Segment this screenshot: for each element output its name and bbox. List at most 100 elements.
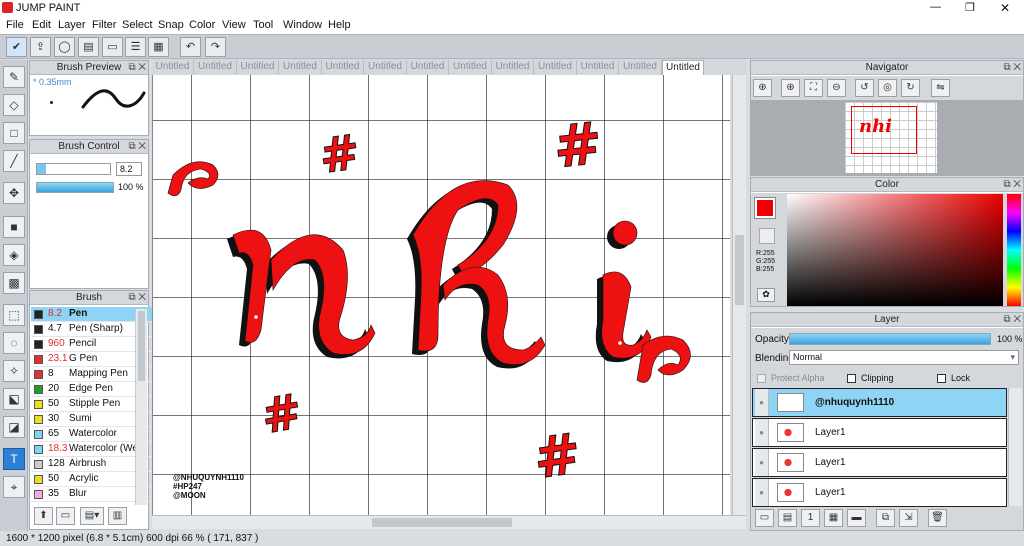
eraser-tool-icon[interactable]: ◇ — [3, 94, 25, 116]
panel-close-icon[interactable]: ⧉ ✕ — [128, 291, 146, 304]
layer-row[interactable]: ● Layer1 — [752, 478, 1007, 507]
new-halftone-layer-icon[interactable]: ▤ — [778, 509, 797, 527]
pen-tool-icon[interactable]: ✎ — [3, 66, 25, 88]
panel-close-icon[interactable]: ⧉ ✕ — [128, 140, 146, 153]
select-eraser-tool-icon[interactable]: ◪ — [3, 416, 25, 438]
document-tab[interactable]: Untitled — [365, 60, 407, 75]
document-tab[interactable]: Untitled — [152, 60, 194, 75]
document-tab[interactable]: Untitled — [662, 60, 704, 75]
reset-rotation-icon[interactable]: ◎ — [878, 79, 897, 97]
new-tone-layer-icon[interactable]: ▦ — [824, 509, 843, 527]
layer-row[interactable]: ● @nhuquynh1110 — [752, 388, 1007, 417]
menu-snap[interactable]: Snap — [158, 19, 184, 31]
document-tab[interactable]: Untitled — [535, 60, 577, 75]
document-tab[interactable]: Untitled — [280, 60, 322, 75]
panel-close-icon[interactable]: ⧉ ✕ — [1003, 61, 1021, 74]
eyedropper-tool-icon[interactable]: ⌖ — [3, 476, 25, 498]
lasso-tool-icon[interactable]: ◌ — [3, 332, 25, 354]
minimize-button[interactable]: — — [930, 1, 941, 13]
menu-select[interactable]: Select — [122, 19, 153, 31]
fill-rect-tool-icon[interactable]: ■ — [3, 216, 25, 238]
redo-icon[interactable]: ↷ — [205, 37, 226, 57]
move-tool-icon[interactable]: ✥ — [3, 182, 25, 204]
menu-file[interactable]: File — [6, 19, 24, 31]
brush-menu-icon[interactable]: ▤▾ — [80, 507, 104, 525]
menu-filter[interactable]: Filter — [92, 19, 116, 31]
message-icon[interactable]: ▤ — [78, 37, 99, 57]
document-tab[interactable]: Untitled — [577, 60, 619, 75]
navigator-viewport[interactable]: nhi — [751, 100, 1023, 175]
zoom-out-icon[interactable]: ⊖ — [827, 79, 846, 97]
document-tab[interactable]: Untitled — [237, 60, 279, 75]
text-tool-icon[interactable]: T — [3, 448, 25, 470]
grid-icon[interactable]: ▦ — [148, 37, 169, 57]
line-tool-icon[interactable]: ╱ — [3, 150, 25, 172]
undo-icon[interactable]: ↶ — [180, 37, 201, 57]
document-tab[interactable]: Untitled — [322, 60, 364, 75]
menu-view[interactable]: View — [222, 19, 246, 31]
layer-opacity-slider[interactable] — [789, 333, 991, 345]
layer-row[interactable]: ● Layer1 — [752, 448, 1007, 477]
menu-color[interactable]: Color — [189, 19, 215, 31]
blending-select[interactable]: Normal ▾ — [789, 350, 1019, 365]
layer-row[interactable]: ● Layer1 — [752, 418, 1007, 447]
panel-close-icon[interactable]: ⧉ ✕ — [1003, 313, 1021, 326]
list-icon[interactable]: ☰ — [125, 37, 146, 57]
clipping-checkbox[interactable] — [847, 374, 856, 383]
panel-close-icon[interactable]: ⧉ ✕ — [1003, 178, 1021, 191]
layer-visibility-icon[interactable]: ● — [755, 449, 769, 476]
new-folder-icon[interactable]: ▬ — [847, 509, 866, 527]
menu-window[interactable]: Window — [283, 19, 322, 31]
magic-wand-tool-icon[interactable]: ✧ — [3, 360, 25, 382]
gradient-tool-icon[interactable]: ▩ — [3, 272, 25, 294]
new-layer-icon[interactable]: ▭ — [755, 509, 774, 527]
protect-alpha-checkbox[interactable] — [757, 374, 766, 383]
panel-close-icon[interactable]: ⧉ ✕ — [128, 61, 146, 74]
document-tab[interactable]: Untitled — [492, 60, 534, 75]
menu-tool[interactable]: Tool — [253, 19, 273, 31]
select-pen-tool-icon[interactable]: ⬕ — [3, 388, 25, 410]
layer-visibility-icon[interactable]: ● — [755, 389, 769, 416]
comment-icon[interactable]: ◯ — [54, 37, 75, 57]
check-icon[interactable]: ✔ — [6, 37, 27, 57]
color-wheel-icon[interactable]: ✿ — [757, 288, 775, 302]
menu-edit[interactable]: Edit — [32, 19, 51, 31]
canvas-vertical-scrollbar[interactable] — [732, 75, 746, 515]
document-tab[interactable]: Untitled — [620, 60, 662, 75]
lock-checkbox[interactable] — [937, 374, 946, 383]
fit-screen-icon[interactable]: ⛶ — [804, 79, 823, 97]
merge-layer-icon[interactable]: ⇲ — [899, 509, 918, 527]
canvas-horizontal-scrollbar[interactable] — [152, 515, 746, 529]
share-icon[interactable]: ⇪ — [30, 37, 51, 57]
layer-list-scrollbar[interactable] — [1008, 388, 1022, 506]
zoom-in-icon[interactable]: ⊕ — [753, 79, 772, 97]
foreground-color-swatch[interactable] — [754, 197, 776, 219]
layer-visibility-icon[interactable]: ● — [755, 479, 769, 506]
document-tab[interactable]: Untitled — [450, 60, 492, 75]
add-brush-icon[interactable]: ⬆ — [34, 507, 53, 525]
document-tab[interactable]: Untitled — [407, 60, 449, 75]
rotate-left-icon[interactable]: ↺ — [855, 79, 874, 97]
delete-layer-icon[interactable]: 🗑 — [928, 509, 947, 527]
layer-visibility-icon[interactable]: ● — [755, 419, 769, 446]
brush-list-scrollbar[interactable] — [135, 309, 147, 505]
transparent-color-icon[interactable] — [759, 228, 775, 244]
brush-opacity-slider[interactable] — [36, 182, 114, 193]
drawing-canvas[interactable]: # # # # @NHUQUYNH1110 #HP247 @MOON — [152, 75, 730, 515]
bucket-tool-icon[interactable]: ◈ — [3, 244, 25, 266]
maximize-button[interactable]: ❐ — [965, 1, 975, 14]
document-tab[interactable]: Untitled — [195, 60, 237, 75]
rectangle-tool-icon[interactable]: □ — [3, 122, 25, 144]
flip-icon[interactable]: ⇋ — [931, 79, 950, 97]
rotate-right-icon[interactable]: ↻ — [901, 79, 920, 97]
menu-layer[interactable]: Layer — [58, 19, 86, 31]
duplicate-layer-icon[interactable]: ⧉ — [876, 509, 895, 527]
brush-settings-icon[interactable]: ▥ — [108, 507, 127, 525]
close-button[interactable]: ✕ — [1000, 1, 1010, 15]
brush-size-slider[interactable] — [36, 163, 111, 175]
hue-slider[interactable] — [1007, 194, 1021, 306]
new-brush-icon[interactable]: ▭ — [56, 507, 75, 525]
new-1bit-layer-icon[interactable]: 1 — [801, 509, 820, 527]
menu-help[interactable]: Help — [328, 19, 351, 31]
document-icon[interactable]: ▭ — [102, 37, 123, 57]
